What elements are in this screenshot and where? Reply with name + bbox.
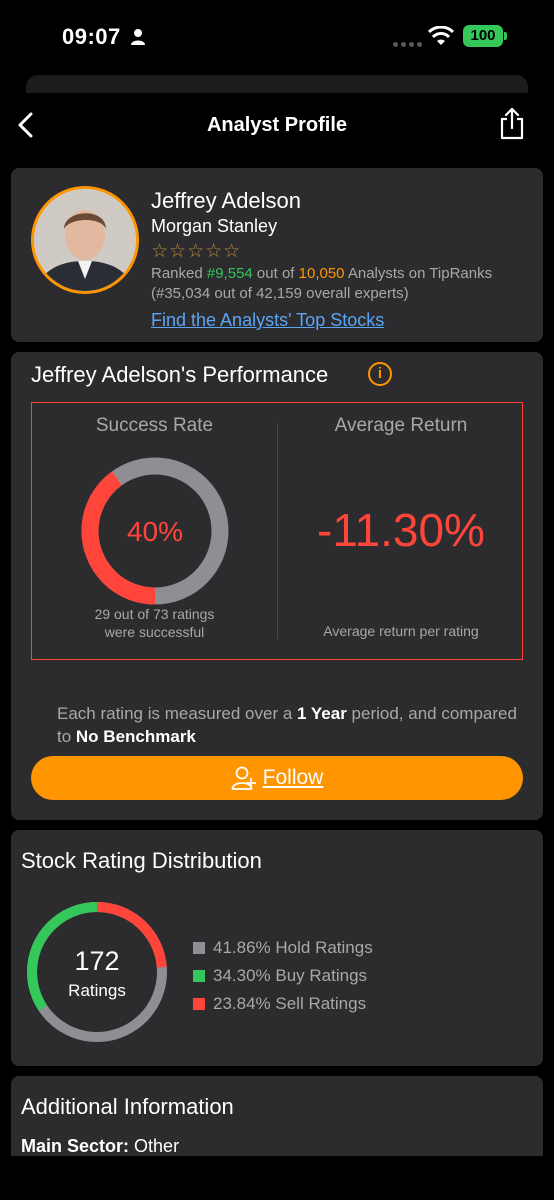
status-bar: 09:07 100 [0,0,554,70]
sheet-background [26,75,528,93]
average-return-value: -11.30% [317,504,485,556]
analyst-avatar [31,186,139,294]
analyst-rank-text: Ranked #9,554 out of 10,050 Analysts on … [151,265,493,302]
legend-label: 34.30% Buy Ratings [213,966,368,985]
legend-item: 34.30% Buy Ratings [193,962,373,990]
legend-item: 41.86% Hold Ratings [193,934,373,962]
star-rating: ☆☆☆☆☆ [151,241,242,262]
average-return-subtitle: Average return per rating [323,623,479,639]
success-rate-value: 40% [127,516,183,547]
legend-item: 23.84% Sell Ratings [193,990,373,1018]
performance-box: Success Rate 40% 29 out of 73 ratings we… [31,402,523,660]
distribution-legend: 41.86% Hold Ratings 34.30% Buy Ratings 23.… [193,934,373,1018]
battery-indicator: 100 [463,25,503,47]
page-title: Analyst Profile [206,114,348,136]
top-stocks-link[interactable]: Find the Analysts' Top Stocks [151,310,384,331]
rank-total: 10,050 [298,265,345,282]
measurement-note: Each rating is measured over a 1 Year pe… [57,704,517,746]
analyst-profile-card: Jeffrey Adelson Morgan Stanley ☆☆☆☆☆ Ran… [11,168,543,342]
follow-button[interactable]: Follow [31,756,523,800]
status-time: 09:07 [62,24,121,49]
battery-tip [504,32,507,40]
distribution-donut: 172 Ratings [27,902,167,1042]
distribution-title: Stock Rating Distribution [21,848,262,873]
wifi-icon [428,26,454,45]
navigation-bar: Analyst Profile [0,100,554,152]
main-sector: Main Sector: Other [21,1136,180,1156]
legend-label: 23.84% Sell Ratings [213,994,367,1013]
success-rate-donut: 40% [81,457,229,605]
legend-swatch [193,942,205,954]
person-icon [131,29,145,45]
success-rate-title: Success Rate [95,415,214,436]
average-return-title: Average Return [334,415,468,436]
ratings-total: 172 [74,946,119,976]
additional-info-title: Additional Information [21,1094,234,1119]
legend-swatch [193,998,205,1010]
performance-title: Jeffrey Adelson's Performance [31,362,329,387]
follow-label: Follow [262,766,324,789]
legend-label: 41.86% Hold Ratings [213,938,373,957]
rating-distribution-card: Stock Rating Distribution 172 Ratings 41… [11,830,543,1066]
share-icon[interactable] [498,106,526,142]
ratings-total-label: Ratings [68,981,126,1000]
analyst-firm: Morgan Stanley [151,216,278,236]
performance-card: Jeffrey Adelson's Performance i Success … [11,352,543,820]
rank-value: #9,554 [206,265,253,282]
add-user-icon [231,766,256,790]
success-rate-subtitle: 29 out of 73 ratings were successful [94,606,215,640]
info-icon[interactable]: i [368,362,392,386]
legend-swatch [193,970,205,982]
cellular-signal-icon [393,34,425,52]
analyst-name: Jeffrey Adelson [151,188,302,213]
additional-info-card: Additional Information Main Sector: Othe… [11,1076,543,1156]
